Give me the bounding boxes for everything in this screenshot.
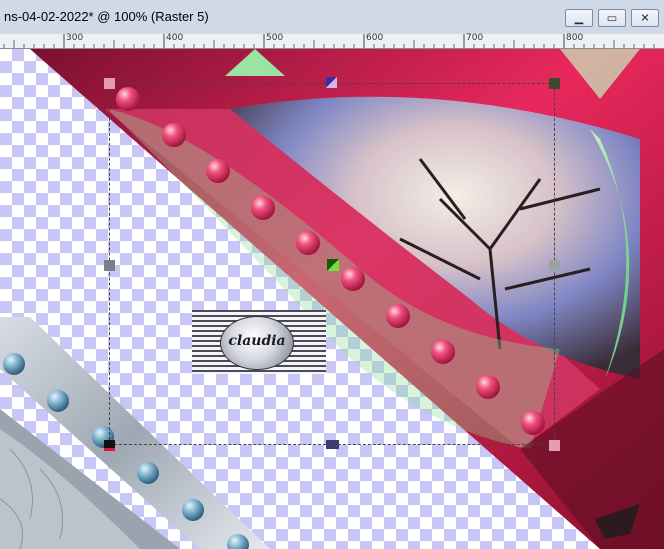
rotate-handle[interactable] xyxy=(326,77,337,88)
ruler-label: 500 xyxy=(266,33,284,43)
ruler-label: 700 xyxy=(466,33,484,43)
center-pivot-handle[interactable] xyxy=(327,259,339,271)
ruler-label: 800 xyxy=(566,33,584,43)
handle-top-left[interactable] xyxy=(104,78,115,89)
handle-bottom-right[interactable] xyxy=(549,440,560,451)
ruler-label: 300 xyxy=(66,33,84,43)
handle-bottom-middle[interactable] xyxy=(326,440,339,449)
window-title: ns-04-02-2022* @ 100% (Raster 5) xyxy=(4,9,209,24)
handle-left-middle[interactable] xyxy=(104,260,115,271)
handle-top-right[interactable] xyxy=(549,78,560,89)
minimize-button[interactable]: ▁ xyxy=(565,9,593,27)
ruler-label: 400 xyxy=(166,33,184,43)
handle-bottom-left[interactable] xyxy=(104,440,115,451)
image-canvas[interactable]: claudia xyxy=(0,49,664,549)
ruler-label: 600 xyxy=(366,33,384,43)
close-icon: ✕ xyxy=(640,11,650,25)
title-bar: ns-04-02-2022* @ 100% (Raster 5) ▁ ▭ ✕ xyxy=(0,0,664,35)
handle-right-middle[interactable] xyxy=(549,260,560,271)
horizontal-ruler[interactable]: 300 400 500 600 700 800 xyxy=(0,33,664,49)
maximize-icon: ▭ xyxy=(606,11,618,25)
ruler-ticks xyxy=(3,34,655,48)
minimize-icon: ▁ xyxy=(574,11,584,25)
close-button[interactable]: ✕ xyxy=(631,9,659,27)
maximize-button[interactable]: ▭ xyxy=(598,9,626,27)
